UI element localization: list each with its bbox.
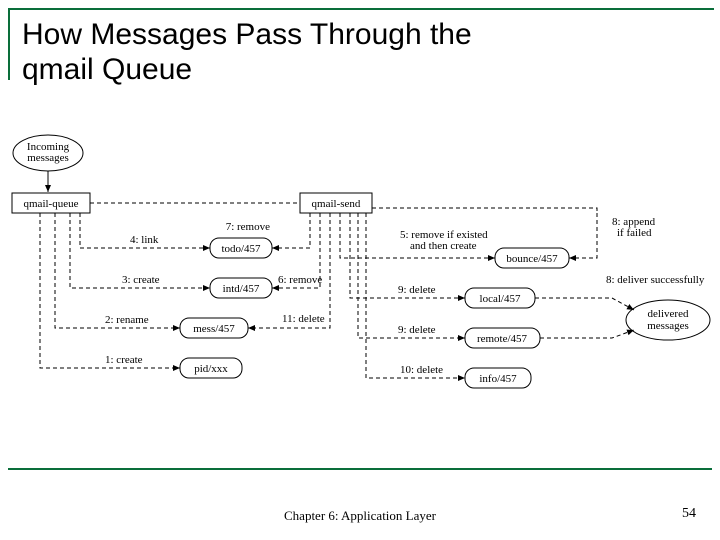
label-5b: and then create (410, 240, 477, 252)
node-remote: remote/457 (465, 328, 540, 348)
edge-remote-delivered (540, 330, 634, 338)
node-intd: intd/457 (210, 278, 272, 298)
label-7: 7: remove (226, 221, 270, 233)
page-number: 54 (682, 506, 696, 522)
intd-label: intd/457 (223, 283, 260, 295)
todo-label: todo/457 (221, 243, 261, 255)
label-9a: 9: delete (398, 284, 436, 296)
label-4: 4: link (130, 234, 159, 246)
edge-send-right (372, 208, 597, 213)
node-todo: todo/457 (210, 238, 272, 258)
label-8app-b: if failed (617, 227, 652, 239)
label-1: 1: create (105, 354, 143, 366)
pid-label: pid/xxx (194, 363, 228, 375)
label-11: 11: delete (282, 313, 325, 325)
delivered-l1: delivered (648, 308, 689, 320)
label-9b: 9: delete (398, 324, 436, 336)
node-delivered: delivered messages (626, 300, 710, 340)
label-8del: 8: deliver successfully (606, 274, 705, 286)
title-line2: qmail Queue (22, 53, 192, 86)
node-qmail-queue: qmail-queue (12, 193, 90, 213)
local-label: local/457 (480, 293, 521, 305)
label-6: 6: remove (278, 274, 322, 286)
title-line1: How Messages Pass Through the (22, 18, 472, 51)
delivered-l2: messages (647, 320, 689, 332)
footer-text: Chapter 6: Application Layer (0, 508, 720, 524)
mess-label: mess/457 (193, 323, 235, 335)
node-qmail-send: qmail-send (300, 193, 372, 213)
qmail-send-label: qmail-send (312, 198, 361, 210)
node-local: local/457 (465, 288, 535, 308)
label-2: 2: rename (105, 314, 149, 326)
node-bounce: bounce/457 (495, 248, 569, 268)
edge-1-create (40, 213, 180, 368)
incoming-l2: messages (27, 152, 69, 164)
node-mess: mess/457 (180, 318, 248, 338)
node-pid: pid/xxx (180, 358, 242, 378)
edge-7-remove (272, 213, 310, 248)
edge-2-rename (55, 213, 180, 328)
node-incoming: Incoming messages (13, 135, 83, 171)
label-10: 10: delete (400, 364, 443, 376)
slide-title: How Messages Pass Through the qmail Queu… (22, 18, 472, 87)
label-3: 3: create (122, 274, 160, 286)
info-label: info/457 (479, 373, 517, 385)
edge-8-append (569, 213, 597, 258)
bottom-rule (8, 468, 712, 470)
qmail-queue-label: qmail-queue (24, 198, 79, 210)
diagram-canvas: Incoming messages qmail-queue qmail-send… (0, 130, 720, 460)
remote-label: remote/457 (477, 333, 528, 345)
bounce-label: bounce/457 (506, 253, 558, 265)
edge-local-delivered (535, 298, 634, 310)
node-info: info/457 (465, 368, 531, 388)
